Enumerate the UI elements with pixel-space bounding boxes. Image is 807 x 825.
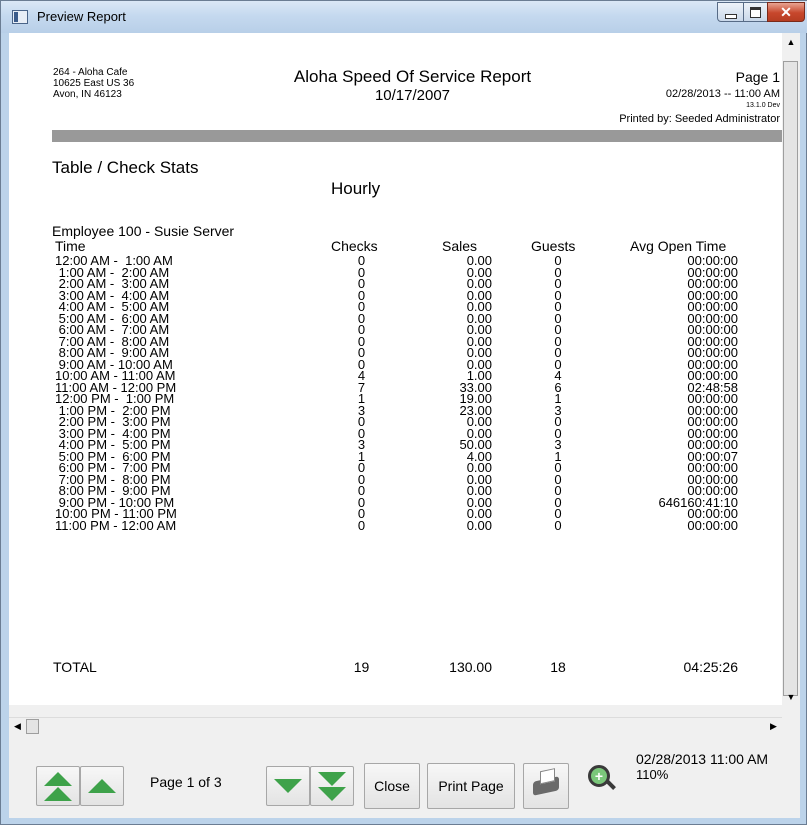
vertical-scroll-thumb[interactable]	[783, 61, 798, 696]
scroll-up-arrow-icon[interactable]: ▲	[782, 33, 800, 50]
report-title: Aloha Speed Of Service Report	[293, 67, 532, 86]
hourly-rows: 12:00 AM - 1:00 AM 0 0.00 0 00:00:00 1:00 AM…	[9, 254, 782, 533]
close-button[interactable]: Close	[364, 763, 420, 809]
scroll-left-arrow-icon[interactable]: ◀	[9, 718, 26, 735]
col-header-time: Time	[55, 238, 86, 254]
maximize-button[interactable]	[743, 2, 768, 22]
total-sales: 130.00	[449, 659, 492, 675]
double-down-arrow-icon	[318, 771, 346, 801]
store-name: 264 - Aloha Cafe	[53, 67, 128, 78]
first-page-button[interactable]	[36, 766, 80, 806]
row-guests: 0	[554, 517, 562, 533]
col-header-checks: Checks	[331, 238, 378, 254]
report-business-date: 10/17/2007	[374, 87, 451, 104]
close-icon: ✕	[780, 3, 792, 20]
col-header-guests: Guests	[531, 238, 576, 254]
report-generated-date: 02/28/2013 -- 11:00 AM	[665, 88, 780, 100]
vertical-scrollbar[interactable]: ▲ ▼	[782, 33, 800, 705]
scroll-right-arrow-icon[interactable]: ▶	[765, 718, 782, 735]
preview-toolbar: Page 1 of 3 Close Print Page + 02/28/201…	[9, 736, 800, 818]
zoom-button[interactable]: +	[576, 753, 622, 799]
last-page-button[interactable]	[310, 766, 354, 806]
status-datetime: 02/28/2013 11:00 AM	[636, 751, 769, 767]
print-button[interactable]	[523, 763, 569, 809]
client-area: 264 - Aloha Cafe 10625 East US 36 Avon, …	[9, 33, 800, 818]
subsection-title: Hourly	[331, 179, 381, 198]
report-viewport: 264 - Aloha Cafe 10625 East US 36 Avon, …	[9, 33, 782, 705]
down-arrow-icon	[274, 779, 302, 793]
employee-name: Employee 100 - Susie Server	[52, 223, 235, 239]
row-checks: 0	[357, 517, 366, 533]
report-version: 13.1.0 Dev	[746, 102, 780, 109]
printer-icon	[533, 768, 559, 796]
page-indicator: Page 1 of 3	[150, 774, 222, 790]
table-row: 11:00 PM - 12:00 AM 0 0.00 0 00:00:00	[9, 517, 782, 533]
scroll-down-arrow-icon[interactable]: ▼	[782, 688, 800, 705]
report-page: 264 - Aloha Cafe 10625 East US 36 Avon, …	[9, 33, 782, 705]
total-checks: 19	[353, 659, 370, 675]
window-title: Preview Report	[37, 9, 126, 24]
store-address: 10625 East US 36	[53, 78, 135, 89]
col-header-sales: Sales	[442, 238, 478, 254]
row-sales: 0.00	[466, 517, 492, 533]
total-avg-open-time: 04:25:26	[683, 659, 739, 675]
minimize-icon	[724, 13, 737, 19]
section-title: Table / Check Stats	[52, 158, 199, 177]
total-label: TOTAL	[53, 659, 97, 675]
title-bar[interactable]: Preview Report ✕	[1, 1, 807, 33]
close-window-button[interactable]: ✕	[767, 2, 805, 22]
row-avg-open-time: 00:00:00	[687, 517, 738, 533]
maximize-icon	[750, 6, 761, 18]
report-page-number: Page 1	[735, 69, 780, 85]
zoom-level: 110%	[636, 767, 669, 782]
preview-report-window: Preview Report ✕ 264 - Aloha Cafe 10625 …	[0, 0, 807, 825]
row-time: 11:00 PM - 12:00 AM	[55, 517, 177, 533]
print-page-button[interactable]: Print Page	[427, 763, 515, 809]
report-printed-by: Printed by: Seeded Administrator	[619, 113, 780, 125]
col-header-avg-open-time: Avg Open Time	[630, 238, 727, 254]
next-page-button[interactable]	[266, 766, 310, 806]
zoom-in-icon: +	[588, 765, 616, 790]
store-info: 264 - Aloha Cafe 10625 East US 36 Avon, …	[53, 67, 134, 100]
horizontal-scroll-thumb[interactable]	[26, 719, 39, 734]
header-divider	[52, 130, 782, 142]
total-guests: 18	[550, 659, 566, 675]
horizontal-scrollbar[interactable]: ◀ ▶	[9, 717, 782, 735]
previous-page-button[interactable]	[80, 766, 124, 806]
window-icon	[12, 10, 28, 24]
minimize-button[interactable]	[717, 2, 744, 22]
double-up-arrow-icon	[44, 771, 72, 801]
up-arrow-icon	[88, 779, 116, 793]
store-city: Avon, IN 46123	[53, 89, 122, 100]
